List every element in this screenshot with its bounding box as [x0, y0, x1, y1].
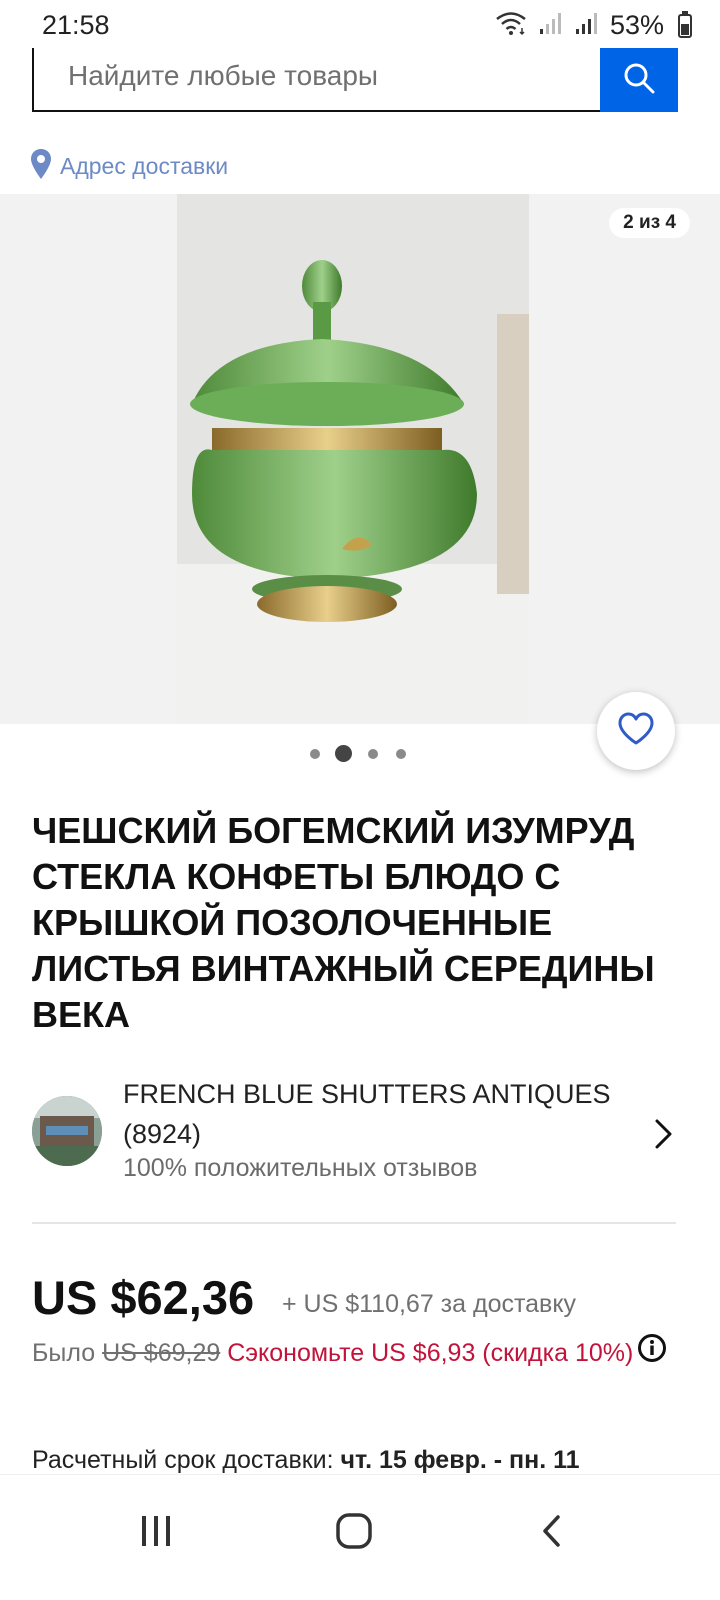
- seller-name: FRENCH BLUE SHUTTERS ANTIQUES (8924): [123, 1074, 643, 1154]
- seller-avatar: [32, 1096, 102, 1166]
- signal-2-icon: [574, 11, 600, 40]
- home-icon: [335, 1512, 373, 1555]
- delivery-estimate-dates: чт. 15 февр. - пн. 11: [340, 1446, 580, 1474]
- home-button[interactable]: [324, 1503, 384, 1563]
- recent-apps-icon: [138, 1514, 174, 1553]
- savings-text: Сэкономьте US $6,93 (скидка 10%): [227, 1339, 634, 1367]
- delivery-estimate: Расчетный срок доставки: чт. 15 февр. - …: [32, 1446, 712, 1476]
- seller-rating: 100% положительных отзывов: [123, 1154, 478, 1182]
- system-navigation-bar: [0, 1474, 720, 1600]
- gallery-dot[interactable]: [310, 749, 320, 759]
- seller-card[interactable]: FRENCH BLUE SHUTTERS ANTIQUES (8924) 100…: [32, 1072, 678, 1182]
- search-input[interactable]: [68, 60, 588, 92]
- chevron-right-icon: [654, 1118, 674, 1155]
- location-pin-icon: [30, 148, 52, 185]
- product-photo[interactable]: [177, 194, 529, 724]
- old-price: US $69,29: [102, 1339, 221, 1367]
- battery-percent: 53%: [609, 10, 664, 40]
- delivery-estimate-label: Расчетный срок доставки:: [32, 1446, 334, 1474]
- seller-feedback-count: (8924): [123, 1119, 202, 1149]
- status-bar: 21:58 53%: [0, 0, 720, 48]
- photo-counter: 2 из 4: [609, 208, 690, 238]
- back-button[interactable]: [521, 1503, 581, 1563]
- delivery-address-label: Адрес доставки: [60, 153, 229, 179]
- heart-icon: [617, 712, 655, 751]
- signal-1-icon: [538, 11, 564, 40]
- gallery-dot[interactable]: [368, 749, 378, 759]
- back-icon: [540, 1514, 562, 1553]
- battery-icon: [678, 11, 692, 38]
- discount-info: Было US $69,29 Сэкономьте US $6,93 (скид…: [32, 1332, 682, 1376]
- add-to-watchlist-button[interactable]: [597, 692, 675, 770]
- gallery-pagination: [305, 744, 415, 764]
- search-icon: [622, 61, 656, 100]
- gallery-dot-active[interactable]: [335, 745, 352, 762]
- info-icon[interactable]: [637, 1333, 667, 1376]
- divider: [32, 1222, 676, 1224]
- price: US $62,36: [32, 1271, 255, 1324]
- search-button[interactable]: [600, 48, 678, 112]
- delivery-address-link[interactable]: Адрес доставки: [30, 148, 228, 185]
- status-icons: 53%: [494, 10, 664, 41]
- wifi-icon: [494, 10, 528, 41]
- recent-apps-button[interactable]: [126, 1503, 186, 1563]
- seller-name-text: FRENCH BLUE SHUTTERS ANTIQUES: [123, 1079, 611, 1109]
- gallery-dot[interactable]: [396, 749, 406, 759]
- was-label: Было: [32, 1339, 96, 1367]
- search-bar: [32, 48, 600, 112]
- status-time: 21:58: [42, 10, 110, 40]
- listing-title: ЧЕШСКИЙ БОГЕМСКИЙ ИЗУМРУД СТЕКЛА КОНФЕТЫ…: [32, 810, 655, 1035]
- image-gallery[interactable]: 2 из 4: [0, 194, 720, 724]
- shipping-cost: + US $110,67 за доставку: [282, 1290, 577, 1318]
